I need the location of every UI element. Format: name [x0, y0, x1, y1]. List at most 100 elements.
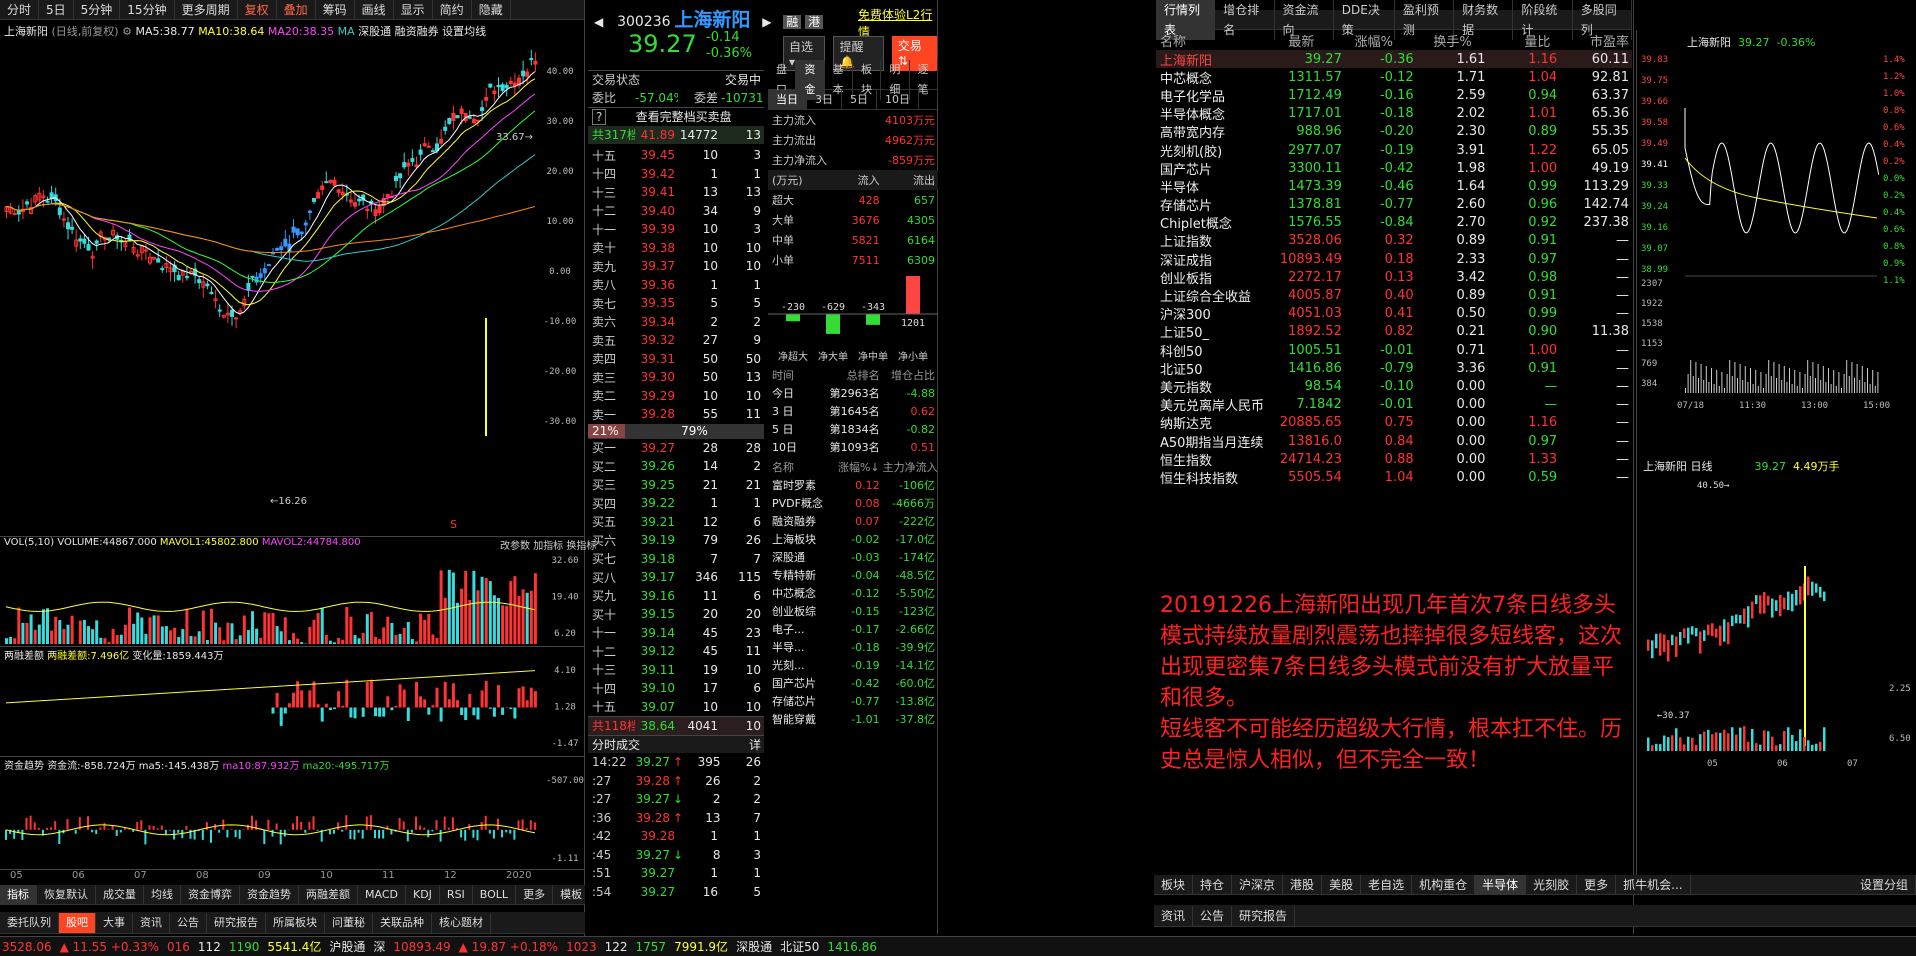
- market-row[interactable]: 高带宽内存 988.96 -0.20 2.30 0.89 55.35: [1156, 123, 1632, 141]
- toolbar-7[interactable]: 筹码: [316, 0, 355, 19]
- tab-news_tabs-0[interactable]: 资讯: [1154, 905, 1194, 926]
- order-row[interactable]: 卖六 39.34 2 2: [588, 313, 764, 332]
- toolbar-0[interactable]: 分时: [0, 0, 40, 19]
- market-row[interactable]: 纳斯达克 20885.65 0.75 0.00 1.16 —: [1156, 414, 1632, 432]
- tab-sector_tabs-6[interactable]: 机构重仓: [1412, 875, 1476, 894]
- table-row[interactable]: 半导... -0.18 -39.9亿: [768, 638, 938, 656]
- tab-bottom_tabs-8[interactable]: 关联品种: [373, 912, 432, 933]
- tab-indicator_tabs-9[interactable]: RSI: [440, 885, 473, 904]
- table-row[interactable]: 专精特新 -0.04 -48.5亿: [768, 566, 938, 584]
- tab-news_tabs-1[interactable]: 公告: [1193, 905, 1233, 926]
- tab-sector_tabs-10[interactable]: 抓牛机会...: [1616, 875, 1691, 894]
- order-row[interactable]: 十四 39.10 17 6: [588, 679, 764, 698]
- column-header[interactable]: 名称: [768, 459, 827, 475]
- toolbar-10[interactable]: 简约: [433, 0, 472, 19]
- order-row[interactable]: 卖五 39.32 27 9: [588, 331, 764, 350]
- price-chart[interactable]: 40.00 30.00 20.00 10.00 0.00 -10.00 -20.00 -30.…: [0, 38, 585, 436]
- market-row[interactable]: 北证50 1416.86 -0.79 3.36 0.91 —: [1156, 359, 1632, 378]
- tab-bottom_tabs-1[interactable]: 股吧: [59, 912, 96, 933]
- tab-bottom_tabs-5[interactable]: 研究报告: [207, 912, 266, 933]
- market-row[interactable]: A50期指当月连续 13816.0 0.84 0.00 0.97 —: [1156, 432, 1632, 451]
- toolbar-5[interactable]: 复权: [238, 0, 277, 19]
- market-col-header[interactable]: 最新: [1239, 31, 1318, 50]
- toolbar-4[interactable]: 更多周期: [175, 0, 238, 19]
- tab-indicator_tabs-1[interactable]: 恢复默认: [37, 885, 96, 904]
- tag-rzrq[interactable]: 融资融券: [395, 25, 439, 38]
- market-row[interactable]: 美元指数 98.54 -0.10 0.00 — —: [1156, 377, 1632, 396]
- tab-bottom_tabs-9[interactable]: 核心题材: [432, 912, 491, 933]
- tab-indicator_tabs-3[interactable]: 均线: [144, 885, 181, 904]
- table-row[interactable]: 国产芯片 -0.42 -60.0亿: [768, 674, 938, 692]
- toolbar-3[interactable]: 15分钟: [120, 0, 175, 19]
- market-row[interactable]: 恒生科技指数 5505.54 1.04 0.00 0.59 —: [1156, 468, 1632, 487]
- order-row[interactable]: 十二 39.40 34 9: [588, 202, 764, 221]
- order-row[interactable]: 卖八 39.36 1 1: [588, 276, 764, 295]
- margin-chart[interactable]: 4.10 1.28 -1.47: [0, 661, 585, 754]
- market-row[interactable]: 美元兑离岸人民币 7.1842 -0.01 0.00 — —: [1156, 396, 1632, 414]
- tab-indicator_tabs-10[interactable]: BOLL: [473, 885, 517, 904]
- market-row[interactable]: 电子化学品 1712.49 -0.16 2.59 0.94 63.37: [1156, 86, 1632, 105]
- prev-stock-icon[interactable]: ◀: [594, 15, 603, 29]
- ma-setting-link[interactable]: 设置均线: [442, 25, 486, 38]
- tab-indicator_tabs-5[interactable]: 资金趋势: [240, 885, 299, 904]
- tab-bottom_tabs-4[interactable]: 公告: [170, 912, 207, 933]
- full-book-link[interactable]: 查看完整档买卖盘: [606, 108, 764, 125]
- sector-setting-button[interactable]: 设置分组: [1853, 875, 1916, 894]
- market-row[interactable]: 创业板指 2272.17 0.13 3.42 0.98 —: [1156, 268, 1632, 287]
- toolbar-2[interactable]: 5分钟: [74, 0, 121, 19]
- table-row[interactable]: 融资融券 0.07 -222亿: [768, 512, 938, 530]
- order-row[interactable]: 十一 39.14 45 23: [588, 624, 764, 643]
- order-row[interactable]: 十三 39.11 19 10: [588, 661, 764, 680]
- table-row[interactable]: 中芯概念 -0.12 -5.50亿: [768, 584, 938, 602]
- market-row[interactable]: Chiplet概念 1576.55 -0.84 2.70 0.92 237.38: [1156, 214, 1632, 232]
- market-row[interactable]: 上海新阳 39.27 -0.36 1.61 1.16 60.11: [1156, 50, 1632, 69]
- column-header[interactable]: 时间: [768, 367, 827, 383]
- tab-sector_tabs-3[interactable]: 港股: [1283, 875, 1323, 894]
- order-row[interactable]: 买八 39.17 346 115: [588, 568, 764, 587]
- table-row[interactable]: 10日 第1093名 0.51: [768, 438, 938, 456]
- tab-indicator_tabs-12[interactable]: 模板: [553, 885, 585, 904]
- toolbar-1[interactable]: 5日: [39, 0, 74, 19]
- table-row[interactable]: 存储芯片 -0.77 -13.8亿: [768, 692, 938, 710]
- order-row[interactable]: 卖九 39.37 10 10: [588, 257, 764, 276]
- market-row[interactable]: 半导体 1473.39 -0.46 1.64 0.99 113.29: [1156, 177, 1632, 196]
- order-row[interactable]: 买六 39.19 79 26: [588, 531, 764, 550]
- market-row[interactable]: 科创50 1005.51 -0.01 0.71 1.00 —: [1156, 341, 1632, 360]
- order-row[interactable]: 买七 39.18 7 7: [588, 550, 764, 569]
- intraday-chart[interactable]: 39.83 39.75 39.66 39.58 39.49 39.41 39.33 39.24…: [1637, 48, 1916, 468]
- fund-chart[interactable]: -507.00 -1.11: [0, 771, 585, 869]
- order-row[interactable]: 卖一 39.28 55 11: [588, 405, 764, 424]
- column-header[interactable]: 涨幅%↓: [827, 459, 882, 475]
- tab-news_tabs-2[interactable]: 研究报告: [1232, 905, 1296, 926]
- table-row[interactable]: 光刻... -0.19 -14.1亿: [768, 656, 938, 674]
- market-row[interactable]: 恒生指数 24714.23 0.88 0.00 1.33 —: [1156, 450, 1632, 469]
- table-row[interactable]: 上海板块 -0.02 -17.0亿: [768, 530, 938, 548]
- tab-sector_tabs-2[interactable]: 沪深京: [1232, 875, 1284, 894]
- toolbar-9[interactable]: 显示: [394, 0, 433, 19]
- market-row[interactable]: 中芯概念 1311.57 -0.12 1.71 1.04 92.81: [1156, 68, 1632, 87]
- column-header[interactable]: 增仓占比: [883, 367, 938, 383]
- tab-indicator_tabs-11[interactable]: 更多: [516, 885, 554, 904]
- tab-indicator_tabs-7[interactable]: MACD: [358, 885, 406, 904]
- order-row[interactable]: 卖七 39.35 5 5: [588, 294, 764, 313]
- tab-indicator_tabs-6[interactable]: 两融差额: [299, 885, 358, 904]
- table-row[interactable]: 深股通 -0.03 -174亿: [768, 548, 938, 566]
- order-row[interactable]: 十二 39.12 45 11: [588, 642, 764, 661]
- toolbar-11[interactable]: 隐藏: [472, 0, 511, 19]
- table-row[interactable]: PVDF概念 0.08 -4666万: [768, 494, 938, 512]
- order-row[interactable]: 买十 39.15 20 20: [588, 605, 764, 624]
- tab-period_tabs-1[interactable]: 3日: [807, 89, 842, 110]
- tab-sector_tabs-0[interactable]: 板块: [1154, 875, 1194, 894]
- tab-bottom_tabs-6[interactable]: 所属板块: [266, 912, 325, 933]
- table-row[interactable]: 3 日 第1645名 0.62: [768, 402, 938, 420]
- order-row[interactable]: 卖四 39.31 50 50: [588, 350, 764, 369]
- market-col-header[interactable]: 换手%: [1396, 31, 1475, 50]
- tab-indicator_tabs-2[interactable]: 成交量: [96, 885, 144, 904]
- tab-sector_tabs-8[interactable]: 光刻胶: [1526, 875, 1578, 894]
- order-row[interactable]: 十四 39.42 1 1: [588, 165, 764, 184]
- tab-period_tabs-3[interactable]: 10日: [877, 89, 919, 110]
- tab-bottom_tabs-2[interactable]: 大事: [96, 912, 133, 933]
- tab-bottom_tabs-7[interactable]: 问董秘: [325, 912, 373, 933]
- market-row[interactable]: 沪深300 4051.03 0.41 0.50 0.99 —: [1156, 305, 1632, 323]
- settings-icon[interactable]: ⚙: [122, 25, 132, 38]
